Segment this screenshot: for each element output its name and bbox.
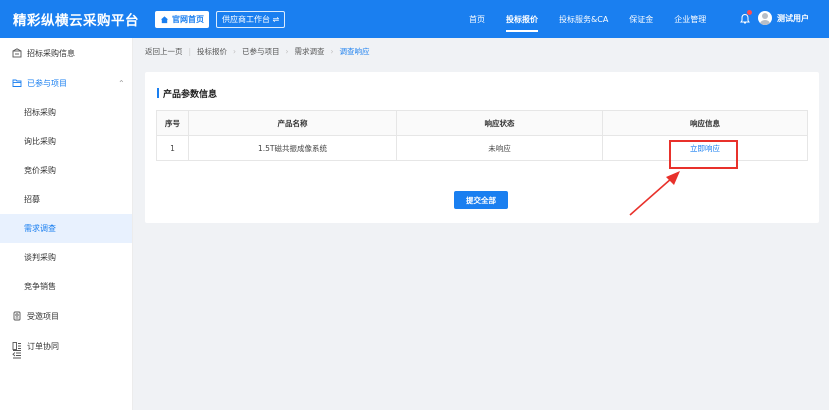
breadcrumb-current: 调查响应 — [339, 47, 370, 56]
breadcrumb-divider: | — [188, 47, 192, 56]
collapse-menu-icon[interactable] — [12, 349, 22, 359]
sidebar-item-label: 受邀项目 — [27, 311, 59, 321]
sidebar-item-invited-projects[interactable]: 受邀项目 — [0, 301, 132, 331]
sidebar-item-label: 已参与项目 — [27, 78, 67, 88]
cell-status: 未响应 — [396, 135, 603, 161]
chevron-right-icon: › — [233, 47, 237, 56]
arrow-annotation-icon — [629, 171, 680, 216]
sidebar-sub-negotiation-procurement[interactable]: 谈判采购 — [0, 243, 132, 272]
sidebar-item-label: 招标采购信息 — [27, 48, 75, 58]
nav-item-enterprise[interactable]: 企业管理 — [674, 0, 706, 38]
sidebar-item-label: 订单协同 — [27, 341, 59, 351]
home-icon — [160, 15, 169, 23]
table-header-row: 序号 产品名称 响应状态 响应信息 — [156, 110, 808, 136]
home-button[interactable]: 官网首页 — [155, 10, 209, 28]
section-title: 产品参数信息 — [157, 87, 217, 100]
cell-index: 1 — [156, 135, 189, 161]
chevron-right-icon: › — [285, 47, 289, 56]
submit-all-button[interactable]: 提交全部 — [454, 191, 508, 209]
folder-icon — [12, 79, 22, 87]
notification-dot — [747, 10, 752, 15]
submit-all-label: 提交全部 — [466, 195, 496, 205]
username[interactable]: 测试用户 — [777, 13, 809, 24]
sidebar-item-joined-projects[interactable]: 已参与项目 ⌃ — [0, 68, 132, 98]
nav-item-bid-service-ca[interactable]: 投标服务&CA — [559, 0, 608, 38]
sidebar-sub-competitive-sales[interactable]: 竞争销售 — [0, 272, 132, 301]
column-header-index: 序号 — [156, 110, 189, 136]
invite-icon — [13, 311, 21, 321]
column-header-response-info: 响应信息 — [602, 110, 808, 136]
sidebar-sub-demand-survey[interactable]: 需求调查 — [0, 214, 132, 243]
brand-title: 精彩纵横云采购平台 — [13, 13, 139, 29]
column-header-status: 响应状态 — [396, 110, 603, 136]
column-header-product-name: 产品名称 — [188, 110, 397, 136]
cell-product-name: 1.5T磁共振成像系统 — [188, 135, 397, 161]
sidebar-sub-inquiry-procurement[interactable]: 询比采购 — [0, 127, 132, 156]
workbench-switch-label: 供应商工作台 ⇌ — [222, 14, 280, 24]
breadcrumb-item-joined[interactable]: 已参与项目 — [242, 46, 280, 57]
building-icon — [12, 48, 22, 58]
avatar[interactable] — [758, 11, 772, 25]
breadcrumb-item-bidding[interactable]: 投标报价 — [197, 46, 227, 57]
breadcrumb-item-survey[interactable]: 需求调查 — [295, 46, 325, 57]
nav-item-deposit[interactable]: 保证金 — [629, 0, 653, 38]
sidebar-sub-recruitment[interactable]: 招募 — [0, 185, 132, 214]
sidebar-sub-auction-procurement[interactable]: 竞价采购 — [0, 156, 132, 185]
sidebar-sub-tender-procurement[interactable]: 招标采购 — [0, 98, 132, 127]
main-nav: 首页 投标报价 投标服务&CA 保证金 企业管理 — [469, 0, 727, 38]
nav-item-home[interactable]: 首页 — [469, 0, 485, 38]
sidebar-item-tender-info[interactable]: 招标采购信息 — [0, 38, 132, 68]
back-link[interactable]: 返回上一页 — [145, 46, 183, 57]
breadcrumb: 返回上一页 | 投标报价 › 已参与项目 › 需求调查 › 调查响应 — [145, 46, 370, 57]
chevron-up-icon: ⌃ — [118, 78, 125, 88]
nav-item-bidding[interactable]: 投标报价 — [506, 0, 538, 38]
home-button-label: 官网首页 — [172, 14, 204, 24]
workbench-switch-button[interactable]: 供应商工作台 ⇌ — [216, 10, 286, 28]
chevron-right-icon: › — [330, 47, 334, 56]
